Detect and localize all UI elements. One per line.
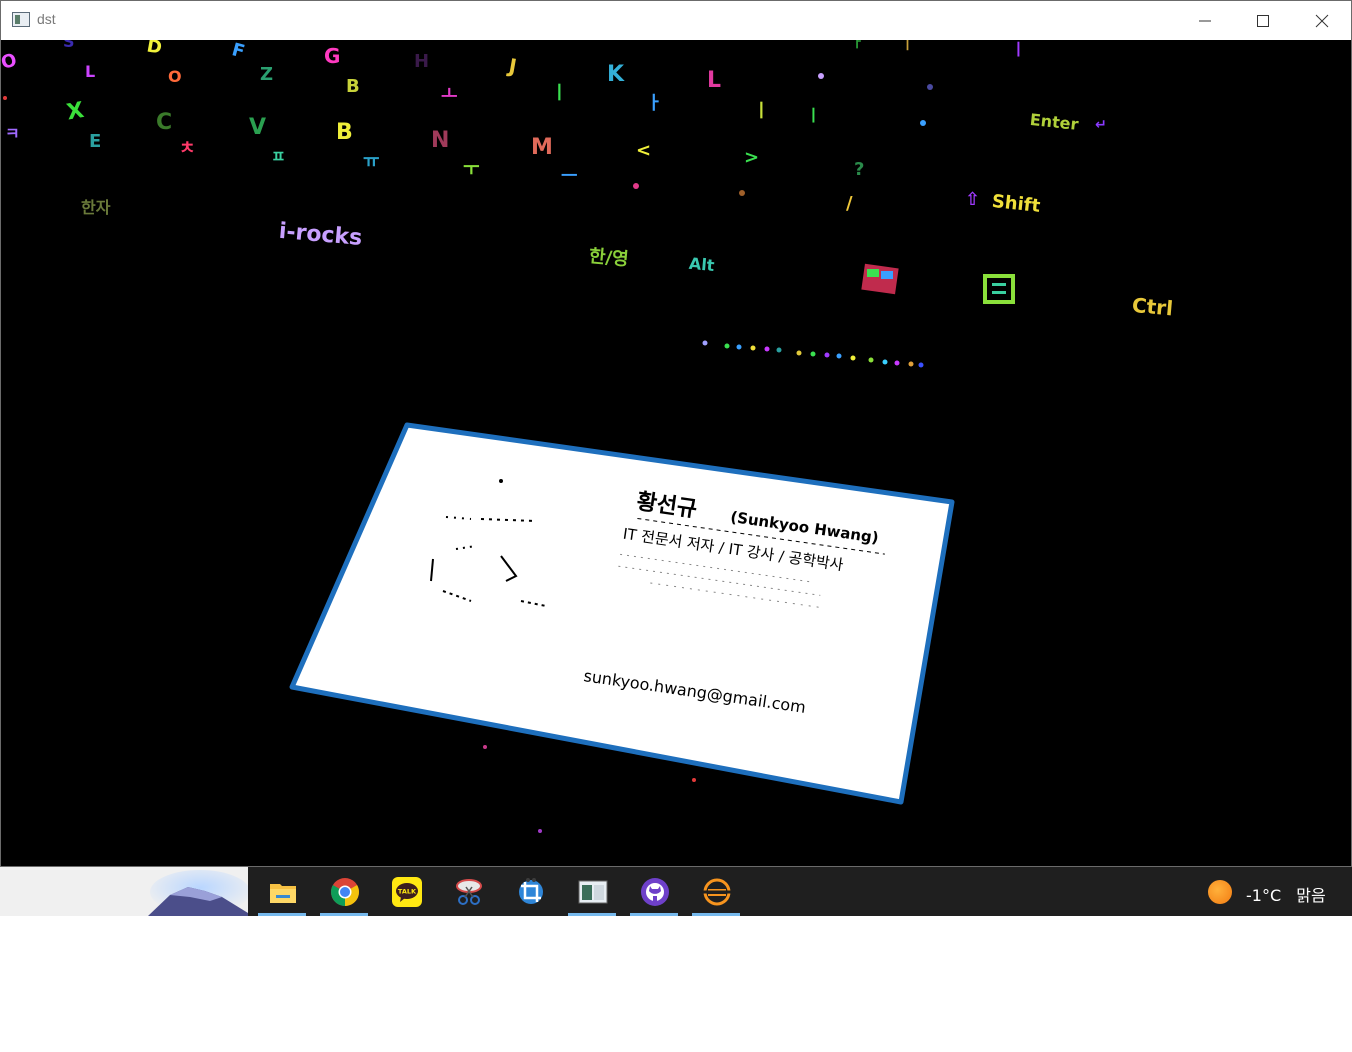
window-icon (578, 880, 608, 904)
folder-icon (270, 884, 296, 903)
svg-text:D: D (145, 40, 163, 59)
svg-text:M: M (531, 135, 553, 160)
github-icon (641, 878, 669, 906)
svg-text:N: N (431, 128, 449, 153)
taskbar-file-explorer[interactable] (256, 867, 308, 916)
svg-text:C: C (156, 110, 172, 135)
weather-temperature: -1°C (1246, 886, 1282, 905)
svg-text:K: K (607, 62, 625, 87)
svg-text:ㅣ: ㅣ (806, 106, 821, 125)
business-card: 황선규 (Sunkyoo Hwang) IT 전문서 저자 / IT 강사 / … (289, 422, 955, 805)
maximize-button[interactable] (1234, 1, 1292, 40)
opencv-window: dst O S D F G H J K L L O Z B ㅗ ㅣ ㅏ ㅣ ㅣ … (0, 0, 1352, 867)
close-icon (1315, 14, 1329, 27)
svg-text:/: / (846, 193, 853, 214)
enter-key: Enter (1029, 110, 1080, 134)
mountain-icon (148, 870, 248, 916)
svg-text:V: V (249, 115, 266, 140)
svg-text:ㅣ: ㅣ (753, 101, 770, 122)
hanja-key: 한/영 (588, 246, 629, 270)
svg-text:ㅡ: ㅡ (561, 166, 578, 187)
indicator-dots (702, 340, 924, 368)
svg-text:X: X (65, 98, 86, 126)
active-indicator (258, 913, 306, 916)
svg-text:H: H (414, 51, 429, 72)
svg-text:ㅊ: ㅊ (179, 138, 196, 159)
svg-text:L: L (85, 62, 95, 81)
svg-text:Z: Z (260, 64, 273, 85)
weather-widget[interactable]: -1°C 맑음 (1246, 882, 1326, 906)
kakaotalk-icon: TALK (392, 877, 422, 907)
title-bar[interactable]: dst (1, 1, 1351, 40)
close-button[interactable] (1293, 1, 1351, 40)
minimize-icon (1199, 20, 1211, 21)
svg-text:E: E (89, 131, 101, 152)
taskbar-snipping-tool[interactable] (442, 867, 494, 916)
svg-text:L: L (707, 68, 721, 93)
taskbar-opencv-window[interactable] (566, 867, 618, 916)
svg-text:S: S (63, 40, 75, 51)
active-indicator (568, 913, 616, 916)
svg-text:G: G (324, 44, 340, 68)
window-title: dst (37, 11, 56, 27)
taskbar-chrome[interactable] (318, 867, 370, 916)
minimize-button[interactable] (1176, 1, 1234, 40)
shift-key: Shift (991, 191, 1042, 217)
svg-text:F: F (230, 40, 247, 63)
svg-text:ㅋ: ㅋ (5, 124, 20, 143)
svg-text:ㅏ: ㅏ (851, 40, 864, 51)
active-indicator (630, 913, 678, 916)
chrome-icon (331, 878, 359, 906)
image-canvas: O S D F G H J K L L O Z B ㅗ ㅣ ㅏ ㅣ ㅣ X C (1, 40, 1351, 866)
ctrl-key: Ctrl (1131, 293, 1174, 320)
taskbar-kakaotalk[interactable]: TALK (380, 867, 432, 916)
window-app-icon (12, 12, 30, 27)
taskbar-wallpaper-thumbnail[interactable] (0, 867, 248, 916)
svg-text:ㅗ: ㅗ (441, 84, 458, 105)
svg-text:ㅏ: ㅏ (646, 93, 663, 114)
keyboard-scene: O S D F G H J K L L O Z B ㅗ ㅣ ㅏ ㅣ ㅣ X C (1, 40, 1174, 833)
svg-text:ㅜ: ㅜ (463, 159, 480, 180)
svg-text:ㅠ: ㅠ (363, 151, 380, 172)
svg-text:TALK: TALK (398, 888, 417, 896)
weather-condition: 맑음 (1296, 886, 1326, 905)
taskbar-github-desktop[interactable] (628, 867, 680, 916)
taskbar-screen-capture[interactable] (504, 867, 556, 916)
hangul-mark-key: 한자 (81, 198, 111, 217)
brand-logo: i-rocks (278, 219, 363, 251)
scissors-icon (456, 879, 482, 905)
taskbar-eclipse[interactable] (690, 867, 742, 916)
svg-text:B: B (336, 120, 353, 145)
svg-text:↵: ↵ (1095, 117, 1107, 133)
svg-text:>: > (744, 147, 759, 168)
svg-text:J: J (505, 53, 518, 78)
svg-text:⇧: ⇧ (965, 189, 980, 210)
alt-key: Alt (688, 254, 715, 275)
active-indicator (320, 913, 368, 916)
svg-text:ㅍ: ㅍ (271, 147, 286, 166)
svg-text:ㅣ: ㅣ (1011, 40, 1026, 59)
maximize-icon (1257, 14, 1269, 27)
svg-text:ㅣ: ㅣ (901, 40, 914, 53)
svg-text:O: O (1, 50, 19, 74)
taskbar: TALK -1°C 맑음 (0, 867, 1352, 916)
svg-text:O: O (168, 67, 182, 86)
weather-sun-icon[interactable] (1208, 880, 1232, 904)
svg-text:?: ? (854, 159, 864, 180)
svg-text:B: B (346, 76, 360, 97)
crop-icon (519, 878, 543, 904)
active-indicator (692, 913, 740, 916)
svg-text:<: < (636, 140, 651, 161)
eclipse-icon (702, 878, 732, 906)
svg-text:ㅣ: ㅣ (551, 83, 568, 104)
